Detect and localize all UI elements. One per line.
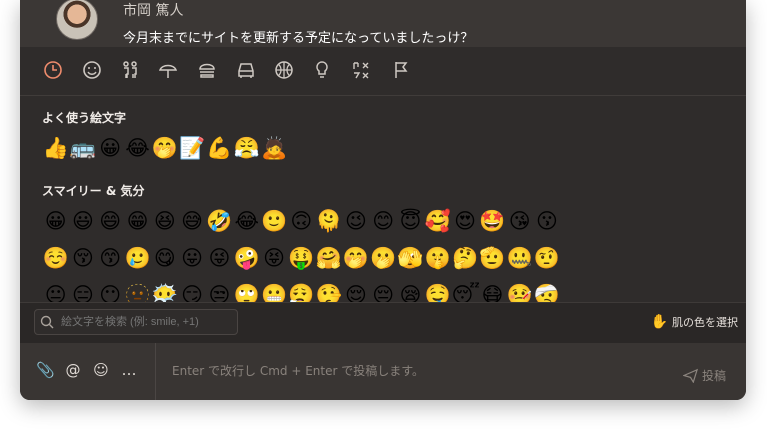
frequent-emoji[interactable]: 😀 [97, 135, 124, 161]
smiley-emoji[interactable]: 😛 [178, 245, 205, 271]
smiley-emoji[interactable]: 😙 [97, 245, 124, 271]
food-icon[interactable] [196, 60, 218, 82]
frequent-emoji[interactable]: 🙇 [260, 135, 287, 161]
category-tabs [20, 47, 746, 96]
bulb-icon[interactable] [311, 60, 333, 82]
composer-divider [155, 343, 156, 400]
smiley-emoji[interactable]: 😃 [69, 208, 96, 234]
smiley-emoji[interactable]: 🫠 [315, 208, 342, 234]
frequent-emoji[interactable]: 🤭 [151, 135, 178, 161]
frequent-emoji-row: 👍 🚌 😀 😂 🤭 📝 💪 😤 🙇 [42, 135, 288, 161]
smiley-emoji[interactable]: 😝 [260, 245, 287, 271]
smiley-emoji[interactable]: 😀 [42, 208, 69, 234]
smiley-emoji[interactable]: 😜 [206, 245, 233, 271]
search-icon [40, 315, 54, 329]
attach-icon[interactable]: 📎 [36, 361, 55, 379]
post-button[interactable]: 投稿 [682, 367, 726, 384]
smiley-emoji-row: 😀 😃 😄 😁 😆 😅 🤣 😂 🙂 🙃 🫠 😉 😊 😇 🥰 😍 🤩 😘 😗 [42, 208, 561, 234]
smiley-emoji[interactable]: 🫡 [479, 245, 506, 271]
smiley-emoji[interactable]: 😅 [178, 208, 205, 234]
frequent-emoji[interactable]: 💪 [206, 135, 233, 161]
nature-icon[interactable] [157, 60, 179, 82]
message: 市岡 篤人 今月末までにサイトを更新する予定になっていましたっけ？ [20, 0, 746, 47]
smiley-emoji[interactable]: ☺️ [42, 245, 69, 271]
smiley-emoji[interactable]: 😘 [506, 208, 533, 234]
message-input[interactable]: Enter で改行し Cmd + Enter で投稿します。 [172, 362, 424, 379]
smiley-emoji[interactable]: 🫣 [397, 245, 424, 271]
smiley-emoji[interactable]: 😄 [97, 208, 124, 234]
smiley-emoji[interactable]: 😂 [233, 208, 260, 234]
smiley-emoji[interactable]: 🤣 [206, 208, 233, 234]
smiley-emoji[interactable]: 😚 [69, 245, 96, 271]
frequent-emoji[interactable]: 👍 [42, 135, 69, 161]
symbols-icon[interactable] [350, 60, 372, 82]
post-label: 投稿 [701, 369, 726, 383]
people-icon[interactable] [119, 60, 141, 82]
smiley-emoji[interactable]: 🤔 [451, 245, 478, 271]
smiley-emoji[interactable]: 😋 [151, 245, 178, 271]
smiley-icon[interactable] [81, 60, 103, 82]
smiley-emoji[interactable]: 😇 [397, 208, 424, 234]
frequent-emoji[interactable]: 😤 [233, 135, 260, 161]
send-icon [682, 368, 699, 384]
frequent-emoji[interactable]: 📝 [178, 135, 205, 161]
smiley-emoji[interactable]: 🤑 [288, 245, 315, 271]
smiley-emoji[interactable]: 😆 [151, 208, 178, 234]
skin-tone-label: 肌の色を選択 [672, 316, 738, 329]
message-text: 今月末までにサイトを更新する予定になっていましたっけ？ [123, 31, 474, 46]
car-icon[interactable] [235, 60, 257, 82]
frequent-title: よく使う絵文字 [42, 111, 127, 125]
smiley-emoji[interactable]: 😁 [124, 208, 151, 234]
avatar[interactable] [56, 0, 98, 40]
hand-icon: ✋ [650, 314, 668, 330]
smiley-emoji[interactable]: 😍 [451, 208, 478, 234]
smiley-emoji[interactable]: 🤐 [506, 245, 533, 271]
smileys-title: スマイリー & 気分 [42, 184, 145, 198]
smiley-emoji[interactable]: 😊 [370, 208, 397, 234]
smiley-emoji[interactable]: 🤨 [533, 245, 560, 271]
emoji-icon[interactable]: ☺ [92, 361, 110, 379]
frequent-emoji[interactable]: 😂 [124, 135, 151, 161]
ball-icon[interactable] [273, 60, 295, 82]
smiley-emoji[interactable]: 🙂 [260, 208, 287, 234]
chat-window: 市岡 篤人 今月末までにサイトを更新する予定になっていましたっけ？ よく使う絵文… [20, 0, 746, 400]
frequent-emoji[interactable]: 🚌 [69, 135, 96, 161]
smiley-emoji[interactable]: 🤩 [479, 208, 506, 234]
message-author[interactable]: 市岡 篤人 [123, 0, 183, 20]
smiley-emoji[interactable]: 🥲 [124, 245, 151, 271]
smiley-emoji-row: ☺️ 😚 😙 🥲 😋 😛 😜 🤪 😝 🤑 🤗 🤭 🫢 🫣 🤫 🤔 🫡 🤐 🤨 [42, 245, 561, 271]
skin-tone-button[interactable]: ✋ 肌の色を選択 [651, 314, 738, 330]
smiley-emoji[interactable]: 🤫 [424, 245, 451, 271]
more-icon[interactable]: … [120, 361, 138, 379]
smiley-emoji[interactable]: 🙃 [288, 208, 315, 234]
picker-footer: ✋ 肌の色を選択 [20, 302, 746, 343]
smiley-emoji[interactable]: 😗 [533, 208, 560, 234]
smiley-emoji[interactable]: 🤪 [233, 245, 260, 271]
smiley-emoji[interactable]: 😉 [342, 208, 369, 234]
smiley-emoji[interactable]: 🫢 [370, 245, 397, 271]
clock-icon[interactable] [42, 60, 64, 82]
smiley-emoji[interactable]: 🤗 [315, 245, 342, 271]
composer-toolbar: 📎 @ ☺ … [36, 361, 138, 379]
smiley-emoji[interactable]: 🤭 [342, 245, 369, 271]
emoji-picker: よく使う絵文字 👍 🚌 😀 😂 🤭 📝 💪 😤 🙇 スマイリー & 気分 😀 😃 😄 😁 😆 😅 🤣 😂 🙂 🙃 🫠… [20, 47, 746, 343]
mention-icon[interactable]: @ [64, 361, 82, 379]
emoji-search-input[interactable] [34, 309, 238, 335]
message-composer: 📎 @ ☺ … Enter で改行し Cmd + Enter で投稿します。 投… [20, 343, 746, 400]
smiley-emoji[interactable]: 🥰 [424, 208, 451, 234]
flag-icon[interactable] [390, 60, 412, 82]
